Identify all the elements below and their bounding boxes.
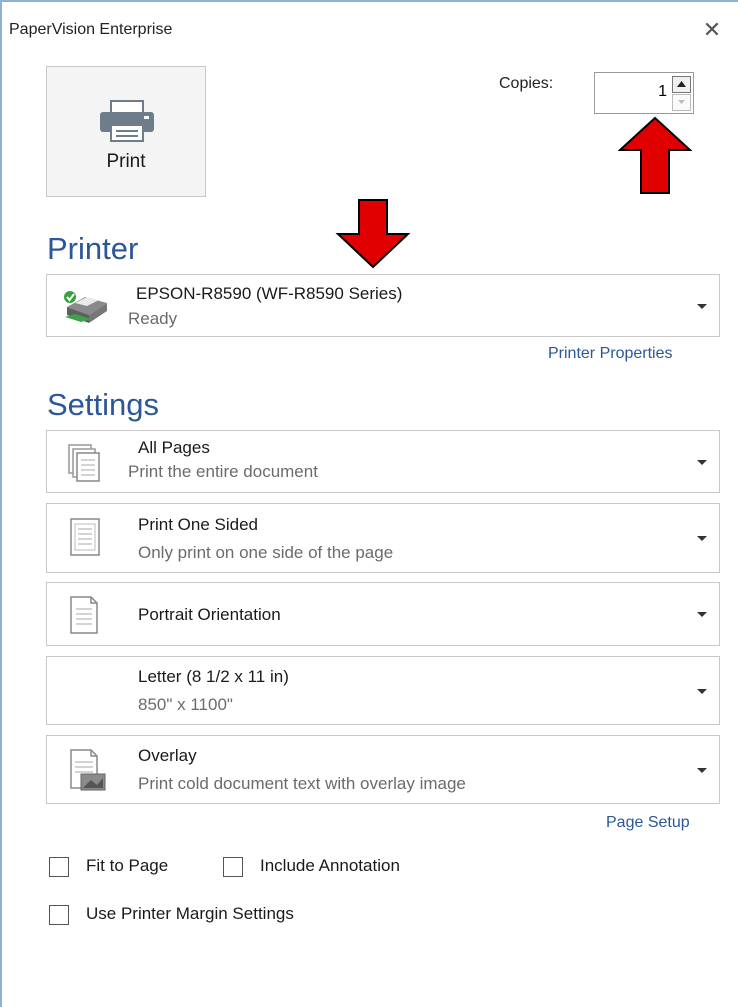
copies-input[interactable] [597,79,667,105]
paper-size-subtitle: 850" x 1100" [138,695,233,714]
one-sided-icon [67,517,103,564]
close-icon[interactable]: ✕ [700,18,724,42]
chevron-down-icon [697,688,707,694]
paper-size-title: Letter (8 1/2 x 11 in) [138,667,289,686]
overlay-select[interactable]: Overlay Print cold document text with ov… [46,735,720,804]
sides-subtitle: Only print on one side of the page [138,543,394,562]
print-dialog: PaperVision Enterprise ✕ Print Copies: 1… [0,0,738,1007]
chevron-down-icon [697,459,707,465]
include-annotation-label: Include Annotation [260,856,400,875]
pages-select[interactable]: All Pages Print the entire document [46,430,720,493]
printer-icon [97,99,157,148]
pages-title: All Pages [138,438,210,457]
overlay-document-icon [67,748,107,797]
use-printer-margins-checkbox[interactable] [49,905,69,925]
page-setup-link[interactable]: Page Setup [606,814,690,832]
include-annotation-checkbox[interactable] [223,857,243,877]
orientation-title: Portrait Orientation [138,605,281,624]
red-arrow-down-icon [335,199,411,269]
chevron-down-icon [697,612,707,617]
chevron-down-icon [697,303,707,309]
sides-title: Print One Sided [138,515,259,534]
window-title: PaperVision Enterprise [9,21,173,38]
sides-select[interactable]: Print One Sided Only print on one side o… [46,503,720,573]
red-arrow-up-icon [618,116,692,194]
paper-size-select[interactable]: Letter (8 1/2 x 11 in) 850" x 1100" [46,656,720,725]
overlay-subtitle: Print cold document text with overlay im… [138,774,466,793]
chevron-up-icon [677,81,686,87]
fit-to-page-checkbox[interactable] [49,857,69,877]
copies-stepper [594,72,694,114]
pages-subtitle: Print the entire document [128,462,318,481]
print-button-label: Print [106,151,146,172]
settings-heading: Settings [47,387,160,422]
printer-select[interactable]: EPSON-R8590 (WF-R8590 Series) Ready [46,274,720,337]
use-printer-margins-label: Use Printer Margin Settings [86,904,294,923]
printer-ready-icon [61,289,111,332]
printer-name: EPSON-R8590 (WF-R8590 Series) [136,284,403,303]
printer-status: Ready [128,309,178,328]
printer-heading: Printer [47,231,139,266]
copies-decrement-button[interactable] [672,94,691,111]
fit-to-page-label: Fit to Page [86,856,169,875]
orientation-select[interactable]: Portrait Orientation [46,582,720,646]
chevron-down-icon [678,100,685,104]
print-button[interactable]: Print [46,66,206,197]
copies-increment-button[interactable] [672,76,691,93]
overlay-title: Overlay [138,746,197,765]
chevron-down-icon [697,767,707,773]
printer-properties-link[interactable]: Printer Properties [548,345,673,363]
copies-label: Copies: [499,75,554,92]
pages-icon [67,443,103,488]
portrait-page-icon [67,595,101,640]
chevron-down-icon [697,536,707,541]
